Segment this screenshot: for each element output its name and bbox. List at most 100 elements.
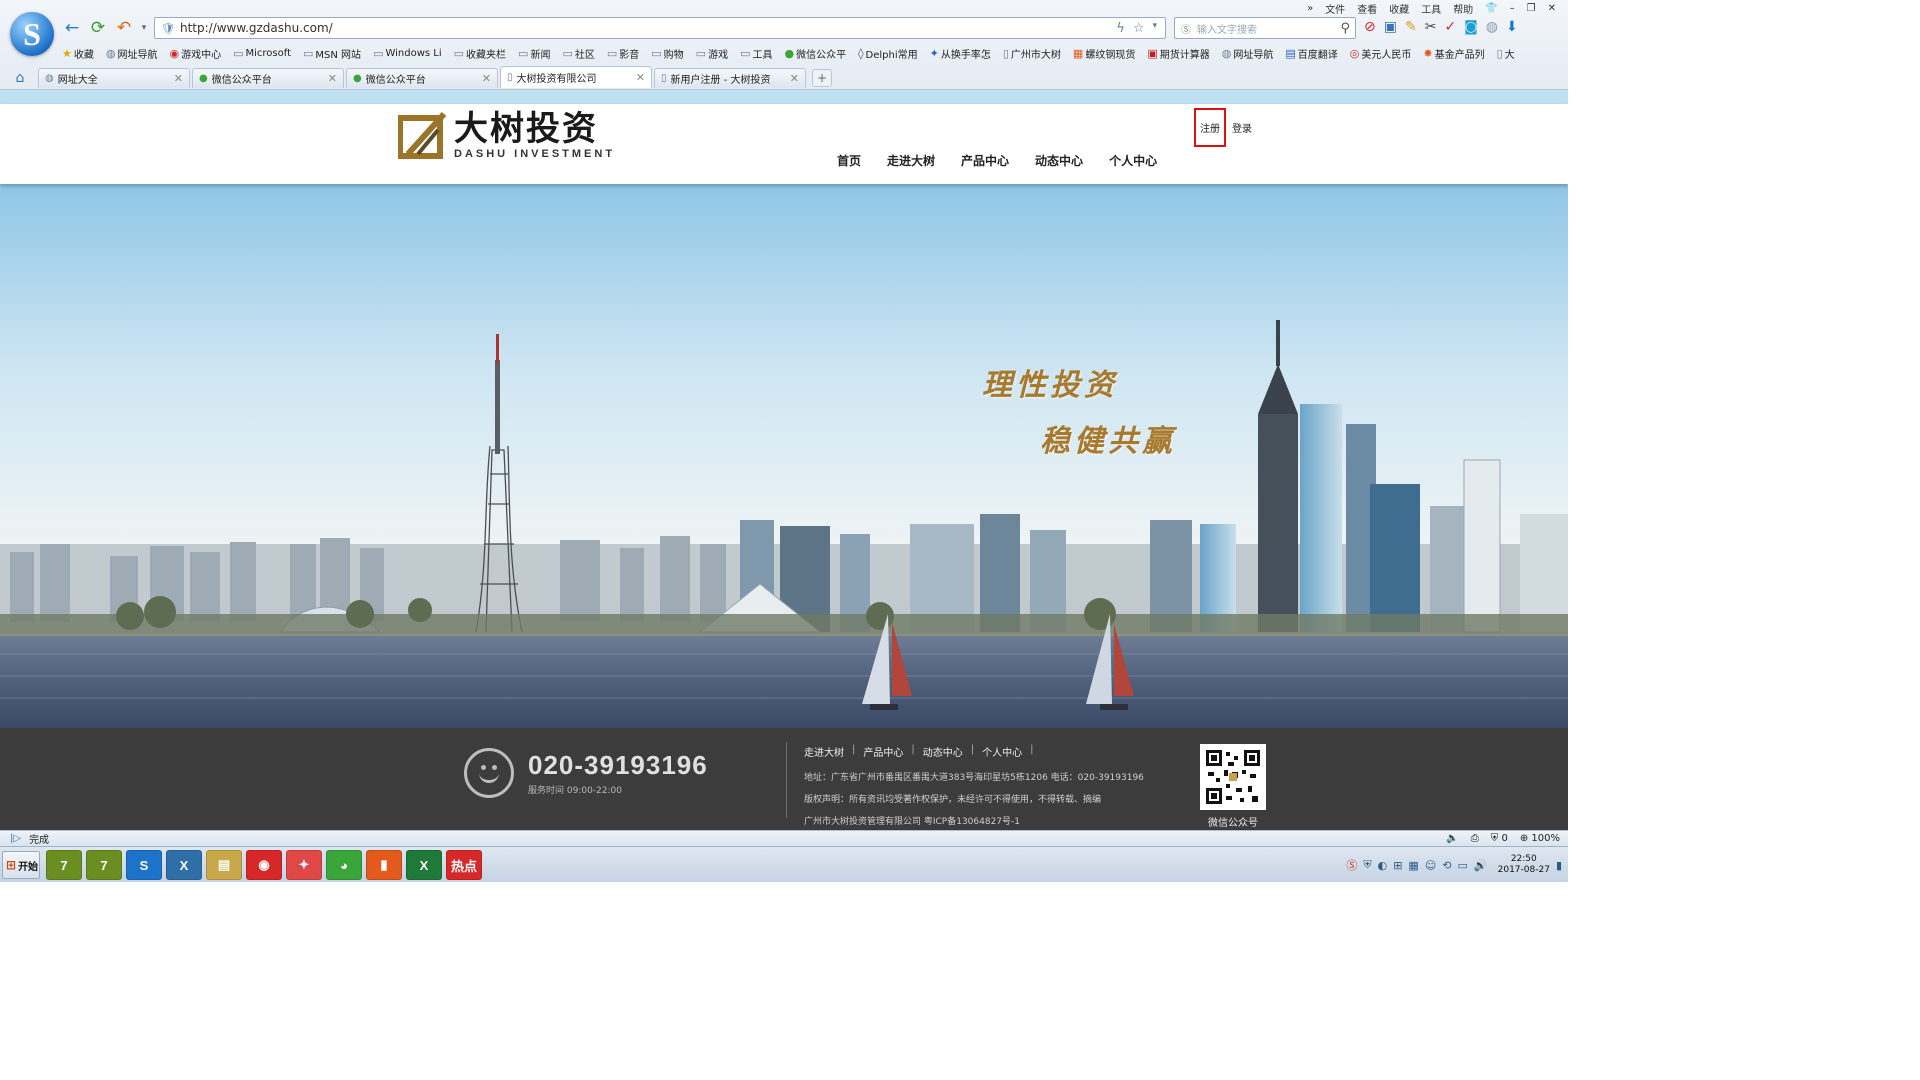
- bookmark-item[interactable]: ▤ 百度翻译: [1285, 46, 1337, 61]
- taskbar-app-icon[interactable]: ◉: [246, 850, 282, 880]
- zoom-icon[interactable]: ⊕ 100%: [1520, 833, 1560, 844]
- menu-favorites[interactable]: 收藏: [1387, 1, 1411, 16]
- taskbar-app-icon[interactable]: 7: [86, 850, 122, 880]
- screenshot-icon[interactable]: ▣: [1384, 19, 1397, 35]
- bookmark-item[interactable]: ▣ 期货计算器: [1147, 46, 1209, 61]
- tray-update-icon[interactable]: ⟲: [1442, 859, 1451, 872]
- taskbar-app-icon[interactable]: 7: [46, 850, 82, 880]
- bookmark-item[interactable]: ▭ 工具: [740, 46, 772, 61]
- nav-products[interactable]: 产品中心: [960, 152, 1010, 169]
- taskbar-app-icon[interactable]: ◕: [326, 850, 362, 880]
- search-icon[interactable]: ⚲: [1340, 21, 1355, 36]
- bookmark-item[interactable]: ▭ 影音: [607, 46, 639, 61]
- shield-status-icon[interactable]: ⛨ 0: [1491, 833, 1508, 844]
- nav-news[interactable]: 动态中心: [1034, 152, 1084, 169]
- refresh-icon[interactable]: ⟳: [88, 18, 108, 38]
- sidebar-toggle-icon[interactable]: |▷: [10, 833, 21, 844]
- tab-close-icon[interactable]: ✕: [482, 72, 491, 85]
- bookmark-item[interactable]: ★ 收藏: [62, 46, 94, 61]
- tray-qq-icon[interactable]: ☺: [1425, 859, 1436, 872]
- cut-icon[interactable]: ✂: [1425, 19, 1437, 35]
- skin-icon[interactable]: 👕: [1483, 3, 1499, 14]
- tab-close-icon[interactable]: ✕: [636, 71, 645, 84]
- bookmark-item[interactable]: ▭ 购物: [651, 46, 683, 61]
- browser-tab[interactable]: ◍ 网址大全 ✕: [38, 68, 190, 88]
- footer-link-personal[interactable]: 个人中心: [982, 744, 1022, 759]
- printer-icon[interactable]: ⎙: [1471, 833, 1479, 844]
- address-url[interactable]: http://www.gzdashu.com/: [180, 21, 333, 35]
- taskbar-app-icon[interactable]: 热点: [446, 850, 482, 880]
- tray-shield-icon[interactable]: ⛨: [1363, 858, 1371, 872]
- bookmark-item[interactable]: ▭ MSN 网站: [303, 46, 361, 61]
- footer-link-news[interactable]: 动态中心: [923, 744, 963, 759]
- translate-tool-icon[interactable]: ✓: [1444, 19, 1456, 35]
- undo-icon[interactable]: ↶: [114, 18, 134, 38]
- globe-tool-icon[interactable]: ◍: [1486, 19, 1498, 35]
- bookmark-item[interactable]: ◉ 游戏中心: [169, 46, 221, 61]
- register-link[interactable]: 注册: [1194, 108, 1226, 147]
- tray-windows-icon[interactable]: ⊞: [1393, 859, 1402, 872]
- bookmark-item[interactable]: ▯ 大: [1497, 46, 1515, 61]
- bookmark-item[interactable]: ◊ Delphi常用: [858, 46, 918, 61]
- site-logo[interactable]: 大树投资 DASHU INVESTMENT: [397, 110, 615, 160]
- search-engine-icon[interactable]: Ⓢ: [1181, 21, 1191, 36]
- minimize-button[interactable]: –: [1508, 3, 1517, 14]
- taskbar-app-icon[interactable]: X: [166, 850, 202, 880]
- browser-tab[interactable]: ● 微信公众平台 ✕: [192, 68, 344, 88]
- login-link[interactable]: 登录: [1230, 120, 1254, 135]
- bookmark-item[interactable]: ◍ 网址导航: [106, 46, 158, 61]
- back-icon[interactable]: ←: [62, 18, 82, 38]
- bookmark-item[interactable]: ▭ 新闻: [518, 46, 550, 61]
- menu-tools[interactable]: 工具: [1419, 1, 1443, 16]
- show-desktop-icon[interactable]: ▮: [1556, 859, 1562, 872]
- bookmark-item[interactable]: ▭ 社区: [562, 46, 594, 61]
- menu-file[interactable]: 文件: [1323, 1, 1347, 16]
- bookmark-item[interactable]: ▭ Windows Li: [373, 47, 442, 60]
- tray-wechat-icon[interactable]: ◐: [1378, 859, 1388, 872]
- footer-link-about[interactable]: 走进大树: [804, 744, 844, 759]
- restore-button[interactable]: ❐: [1525, 3, 1538, 14]
- clock[interactable]: 22:50 2017-08-27: [1498, 854, 1550, 876]
- tab-close-icon[interactable]: ✕: [328, 72, 337, 85]
- bookmark-item[interactable]: ✸ 基金产品列: [1423, 46, 1484, 61]
- taskbar-app-icon[interactable]: S: [126, 850, 162, 880]
- tray-display-icon[interactable]: ▭: [1458, 859, 1468, 872]
- bookmark-item[interactable]: ▦ 螺纹钢现货: [1073, 46, 1135, 61]
- browser-tab[interactable]: ▯ 大树投资有限公司 ✕: [500, 66, 652, 88]
- bookmark-star-icon[interactable]: ☆: [1133, 21, 1145, 36]
- bookmark-item[interactable]: ▭ 游戏: [696, 46, 728, 61]
- browser-tab[interactable]: ▯ 新用户注册 - 大树投资 ✕: [654, 68, 806, 88]
- undo-dropdown-icon[interactable]: ▾: [140, 18, 148, 38]
- notes-icon[interactable]: ✎: [1405, 19, 1417, 35]
- address-dropdown-icon[interactable]: ▾: [1152, 21, 1157, 36]
- tray-network-icon[interactable]: ▦: [1408, 859, 1418, 872]
- bookmark-item[interactable]: ▭ Microsoft: [233, 47, 291, 60]
- new-tab-button[interactable]: +: [812, 69, 832, 87]
- footer-link-products[interactable]: 产品中心: [863, 744, 903, 759]
- menu-view[interactable]: 查看: [1355, 1, 1379, 16]
- taskbar-app-icon[interactable]: ▤: [206, 850, 242, 880]
- menu-help[interactable]: 帮助: [1451, 1, 1475, 16]
- taskbar-app-icon[interactable]: ▮: [366, 850, 402, 880]
- download-icon[interactable]: ⬇: [1506, 19, 1518, 35]
- bookmark-item[interactable]: ▯ 广州市大树: [1003, 46, 1061, 61]
- sogou-icon[interactable]: Ⓢ: [1346, 857, 1357, 873]
- nav-home[interactable]: 首页: [836, 152, 862, 169]
- close-button[interactable]: ✕: [1546, 3, 1558, 14]
- bookmark-item[interactable]: ◎ 美元人民币: [1350, 46, 1412, 61]
- tray-volume-icon[interactable]: 🔊: [1474, 859, 1488, 872]
- bookmark-item[interactable]: ◍ 网址导航: [1222, 46, 1274, 61]
- bookmark-item[interactable]: ● 微信公众平: [784, 46, 846, 61]
- bookmark-item[interactable]: ▭ 收藏夹栏: [454, 46, 506, 61]
- browser-tab[interactable]: ● 微信公众平台 ✕: [346, 68, 498, 88]
- tab-close-icon[interactable]: ✕: [790, 72, 799, 85]
- nav-personal[interactable]: 个人中心: [1108, 152, 1158, 169]
- home-icon[interactable]: ⌂: [8, 68, 32, 88]
- taskbar-app-icon[interactable]: ✦: [286, 850, 322, 880]
- nav-about[interactable]: 走进大树: [886, 152, 936, 169]
- taskbar-app-icon[interactable]: X: [406, 850, 442, 880]
- address-bar[interactable]: 🛡 http://www.gzdashu.com/ ϟ ☆ ▾: [154, 17, 1166, 39]
- bookmark-item[interactable]: ✦ 从换手率怎: [930, 46, 991, 61]
- search-input[interactable]: Ⓢ 输入文字搜索 ⚲: [1174, 17, 1356, 39]
- weather-icon[interactable]: ◙: [1464, 19, 1478, 35]
